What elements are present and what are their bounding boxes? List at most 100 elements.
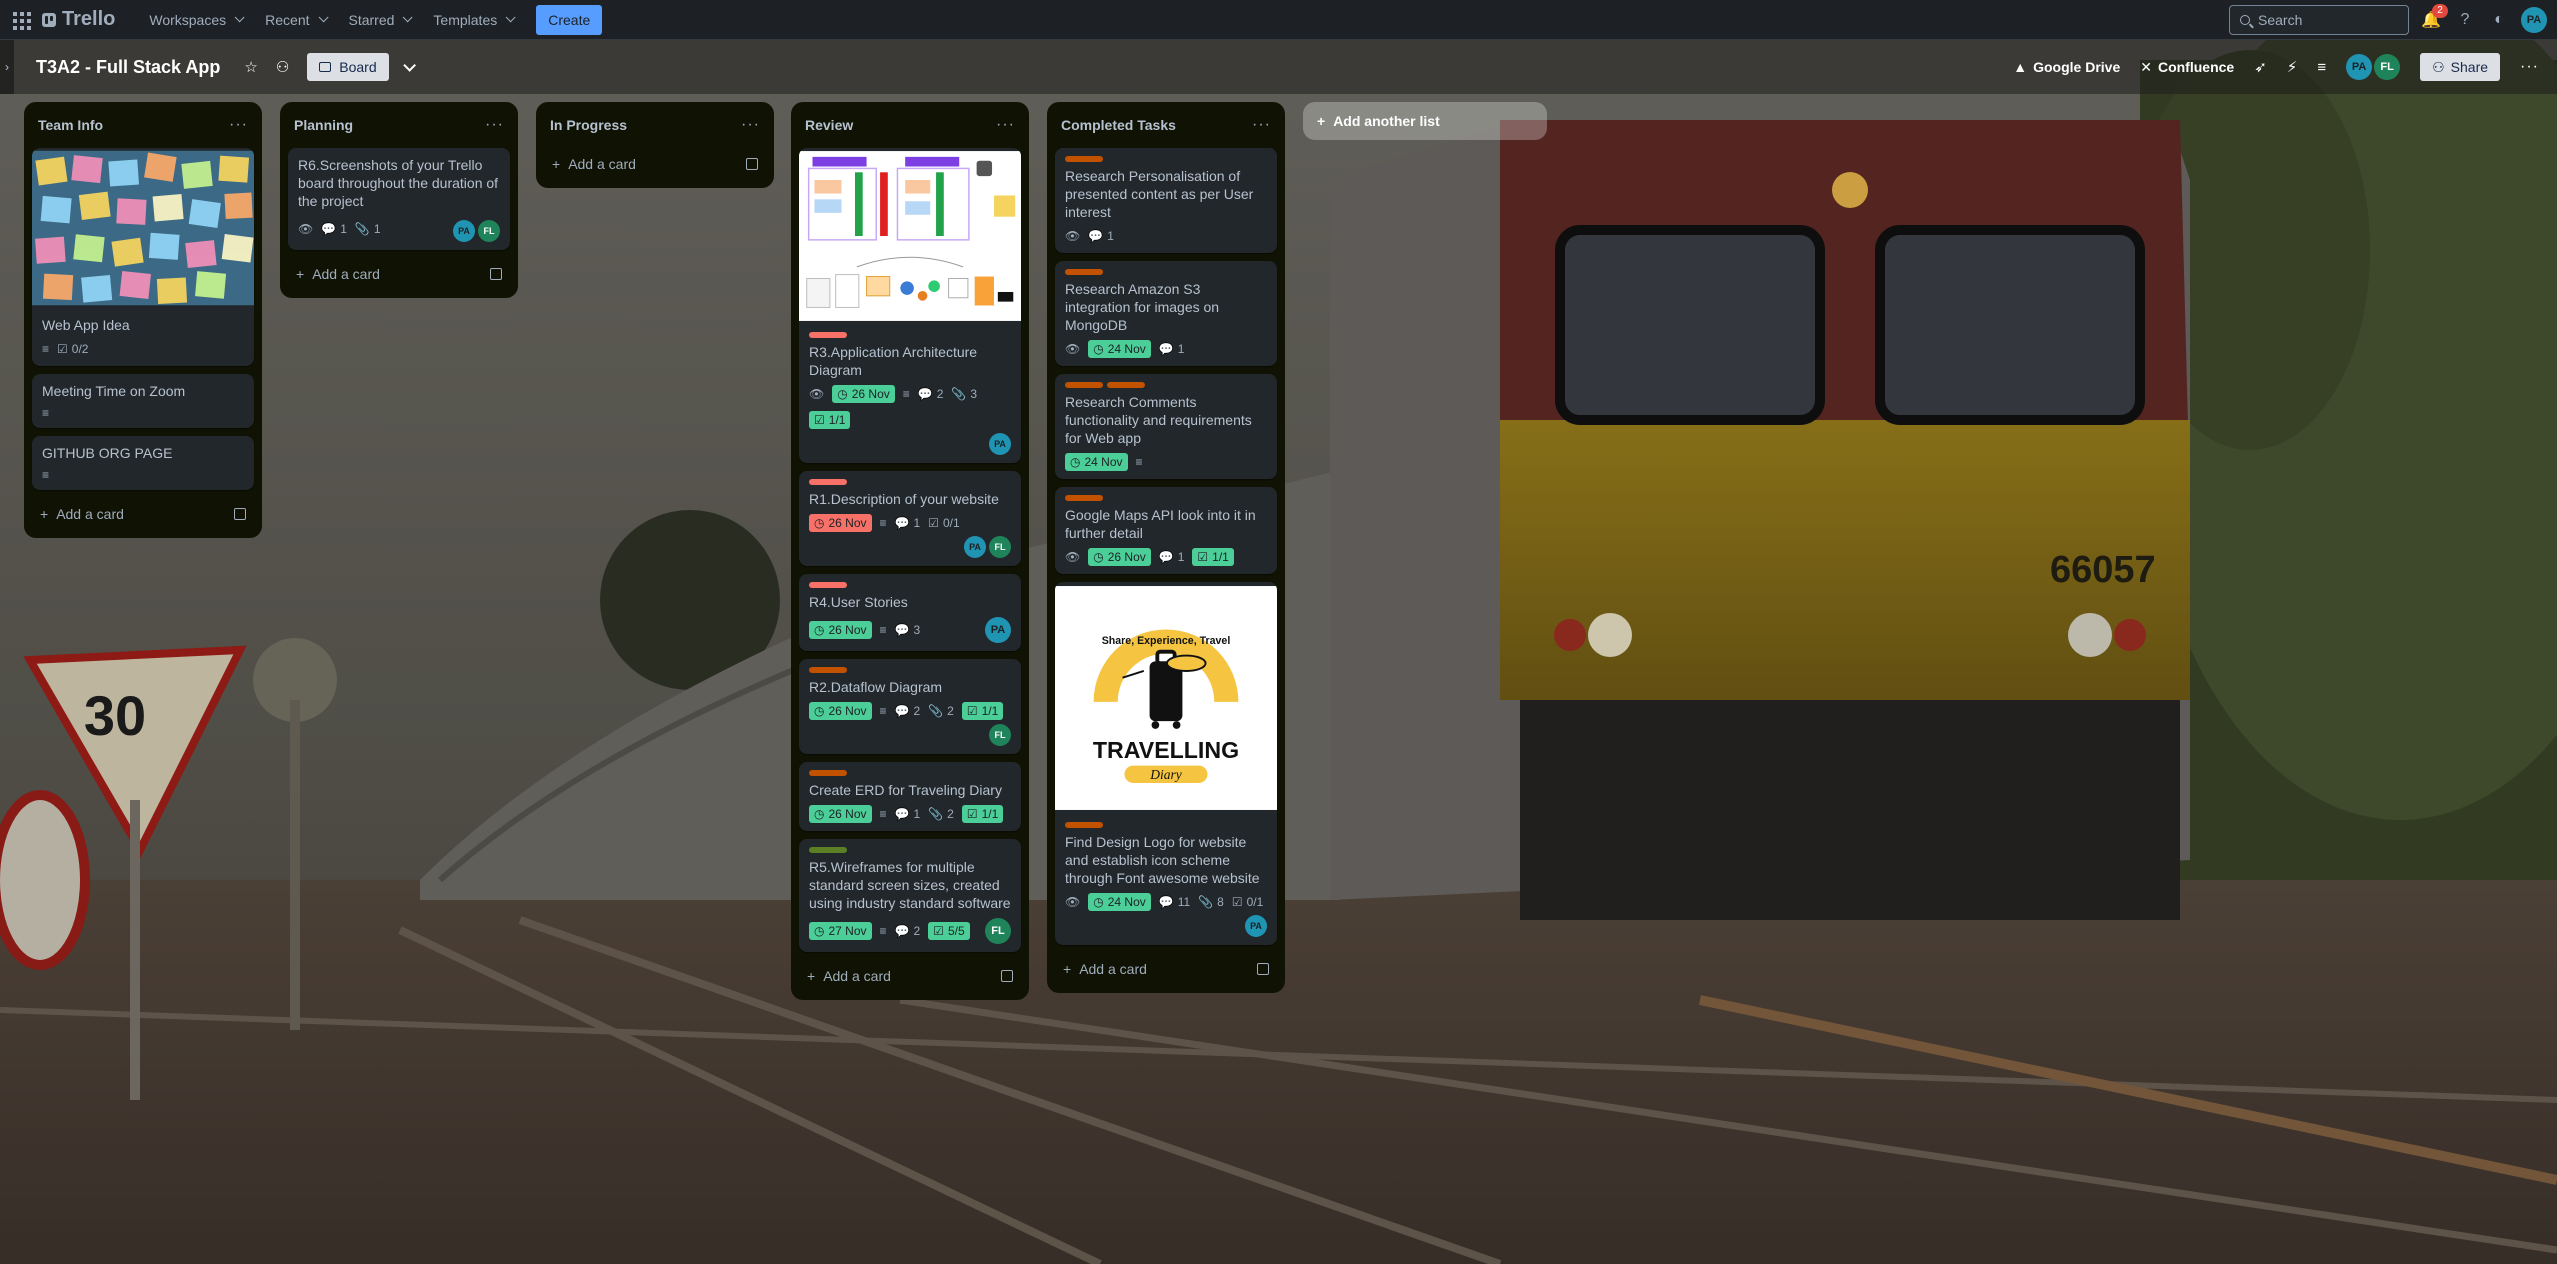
paperclip-icon: 📎 <box>951 387 967 401</box>
star-icon[interactable]: ☆ <box>244 58 257 76</box>
card[interactable]: R4.User Stories ◷ 26 Nov ≡ 💬 3 PA <box>799 574 1021 651</box>
board-canvas: Team Info ··· Web App Idea ≡ ☑ 0/2 Meeti… <box>0 94 2557 1264</box>
list-title[interactable]: Review <box>805 117 853 133</box>
list-menu-icon[interactable]: ··· <box>485 116 504 134</box>
due-date-badge[interactable]: ◷ 24 Nov <box>1088 893 1151 911</box>
list-title[interactable]: In Progress <box>550 117 627 133</box>
search-input[interactable]: Search <box>2229 4 2409 35</box>
add-card-button[interactable]: + Add a card <box>799 960 1021 992</box>
clock-icon: ◷ <box>814 924 825 938</box>
add-card-button[interactable]: + Add a card <box>1055 953 1277 985</box>
list-completed-tasks[interactable]: Completed Tasks ··· Research Personalisat… <box>1047 102 1285 993</box>
app-switcher-icon[interactable] <box>10 9 32 31</box>
avatar[interactable]: PA <box>453 220 475 242</box>
due-date-badge[interactable]: ◷ 26 Nov <box>809 514 872 532</box>
checklist-count: 0/1 <box>1246 895 1264 909</box>
add-card-label: Add a card <box>1079 961 1147 977</box>
due-date-badge[interactable]: ◷ 27 Nov <box>809 922 872 940</box>
card[interactable]: R3.Application Architecture Diagram 👁 ◷ 2… <box>799 148 1021 463</box>
expand-sidebar-icon[interactable]: › <box>0 40 14 94</box>
board-view-button[interactable]: Board <box>307 53 389 81</box>
filter-icon[interactable]: ≡ <box>2317 59 2326 76</box>
avatar[interactable]: FL <box>989 536 1011 558</box>
card[interactable]: Create ERD for Traveling Diary ◷ 26 Nov ≡… <box>799 762 1021 831</box>
add-card-button[interactable]: + Add a card <box>32 498 254 530</box>
card-template-icon[interactable] <box>234 508 246 520</box>
list-menu-icon[interactable]: ··· <box>1252 116 1271 134</box>
card-template-icon[interactable] <box>1257 963 1269 975</box>
add-another-list-button[interactable]: + Add another list <box>1303 102 1547 140</box>
share-button[interactable]: ⚇ Share <box>2420 53 2501 81</box>
due-date-badge[interactable]: ◷ 26 Nov <box>809 805 872 823</box>
theme-icon[interactable]: ◐ <box>2487 8 2511 32</box>
list-review[interactable]: Review ··· R3.Application Architecture D… <box>791 102 1029 1000</box>
nav-templates[interactable]: Templates <box>421 4 524 36</box>
automation-icon[interactable]: ⚡ <box>2287 58 2298 76</box>
attachment-count: 2 <box>947 807 954 821</box>
avatar[interactable]: PA <box>964 536 986 558</box>
card-template-icon[interactable] <box>1001 970 1013 982</box>
add-card-button[interactable]: + Add a card <box>544 148 766 180</box>
avatar[interactable]: PA <box>1245 915 1267 937</box>
card-title: Web App Idea <box>42 317 130 333</box>
chevron-down-icon[interactable] <box>402 58 416 72</box>
checklist-count: 1/1 <box>828 413 846 427</box>
checklist-badge: ☑ 0/2 <box>57 340 88 358</box>
board-menu-icon[interactable]: ··· <box>2520 58 2539 76</box>
list-team-info[interactable]: Team Info ··· Web App Idea ≡ ☑ 0/2 Meeti… <box>24 102 262 538</box>
create-button[interactable]: Create <box>536 4 603 35</box>
confluence-powerup[interactable]: ✕ Confluence <box>2140 59 2234 76</box>
avatar[interactable]: FL <box>989 724 1011 746</box>
due-date-badge[interactable]: ◷ 26 Nov <box>809 621 872 639</box>
avatar[interactable]: FL <box>478 220 500 242</box>
list-menu-icon[interactable]: ··· <box>741 116 760 134</box>
due-date-badge[interactable]: ◷ 26 Nov <box>832 385 895 403</box>
card-title: R3.Application Architecture Diagram <box>809 344 978 378</box>
due-date-badge[interactable]: ◷ 24 Nov <box>1065 453 1128 471</box>
card-template-icon[interactable] <box>746 158 758 170</box>
nav-starred[interactable]: Starred <box>337 4 422 36</box>
card[interactable]: Research Amazon S3 integration for image… <box>1055 261 1277 366</box>
list-menu-icon[interactable]: ··· <box>996 116 1015 134</box>
card[interactable]: Research Personalisation of presented co… <box>1055 148 1277 253</box>
avatar[interactable]: FL <box>985 918 1011 944</box>
list-in-progress[interactable]: In Progress ··· + Add a card <box>536 102 774 188</box>
card[interactable]: GITHUB ORG PAGE ≡ <box>32 436 254 490</box>
list-menu-icon[interactable]: ··· <box>229 116 248 134</box>
card[interactable]: Google Maps API look into it in further … <box>1055 487 1277 574</box>
visibility-icon[interactable]: ⚇ <box>276 58 289 76</box>
account-avatar[interactable]: PA <box>2521 6 2547 33</box>
due-date-badge[interactable]: ◷ 24 Nov <box>1088 340 1151 358</box>
card[interactable]: R5.Wireframes for multiple standard scre… <box>799 839 1021 952</box>
notifications-bell-icon[interactable]: 🔔 2 <box>2419 3 2448 32</box>
card[interactable]: R1.Description of your website ◷ 26 Nov ≡… <box>799 471 1021 566</box>
nav-recent[interactable]: Recent <box>253 4 336 36</box>
rocket-icon[interactable]: ➶ <box>2254 58 2267 76</box>
help-icon[interactable]: ? <box>2453 8 2477 32</box>
trello-logo[interactable]: Trello <box>42 8 115 31</box>
due-date-badge[interactable]: ◷ 26 Nov <box>1088 548 1151 566</box>
card[interactable]: Meeting Time on Zoom ≡ <box>32 374 254 428</box>
nav-workspaces[interactable]: Workspaces <box>137 4 253 36</box>
card-template-icon[interactable] <box>490 268 502 280</box>
card[interactable]: Share, Experience, Travel TRAVELLING Dia… <box>1055 582 1277 945</box>
description-icon: ≡ <box>879 623 887 637</box>
google-drive-powerup[interactable]: ▲ Google Drive <box>2013 59 2120 75</box>
card[interactable]: R6.Screenshots of your Trello board thro… <box>288 148 510 250</box>
add-list-label: Add another list <box>1333 113 1440 129</box>
avatar[interactable]: PA <box>2346 54 2373 80</box>
avatar[interactable]: PA <box>989 433 1011 455</box>
board-members[interactable]: PA FL <box>2346 54 2401 80</box>
add-card-button[interactable]: + Add a card <box>288 258 510 290</box>
card[interactable]: R2.Dataflow Diagram ◷ 26 Nov ≡ 💬 2 📎 2 ☑ 1/1… <box>799 659 1021 754</box>
card[interactable]: Research Comments functionality and requ… <box>1055 374 1277 479</box>
list-planning[interactable]: Planning ··· R6.Screenshots of your Trell… <box>280 102 518 298</box>
list-title[interactable]: Planning <box>294 117 353 133</box>
list-title[interactable]: Completed Tasks <box>1061 117 1176 133</box>
list-title[interactable]: Team Info <box>38 117 103 133</box>
avatar[interactable]: PA <box>985 617 1011 643</box>
due-date-badge[interactable]: ◷ 26 Nov <box>809 702 872 720</box>
card[interactable]: Web App Idea ≡ ☑ 0/2 <box>32 148 254 366</box>
board-title[interactable]: T3A2 - Full Stack App <box>36 57 220 78</box>
avatar[interactable]: FL <box>2374 54 2401 80</box>
